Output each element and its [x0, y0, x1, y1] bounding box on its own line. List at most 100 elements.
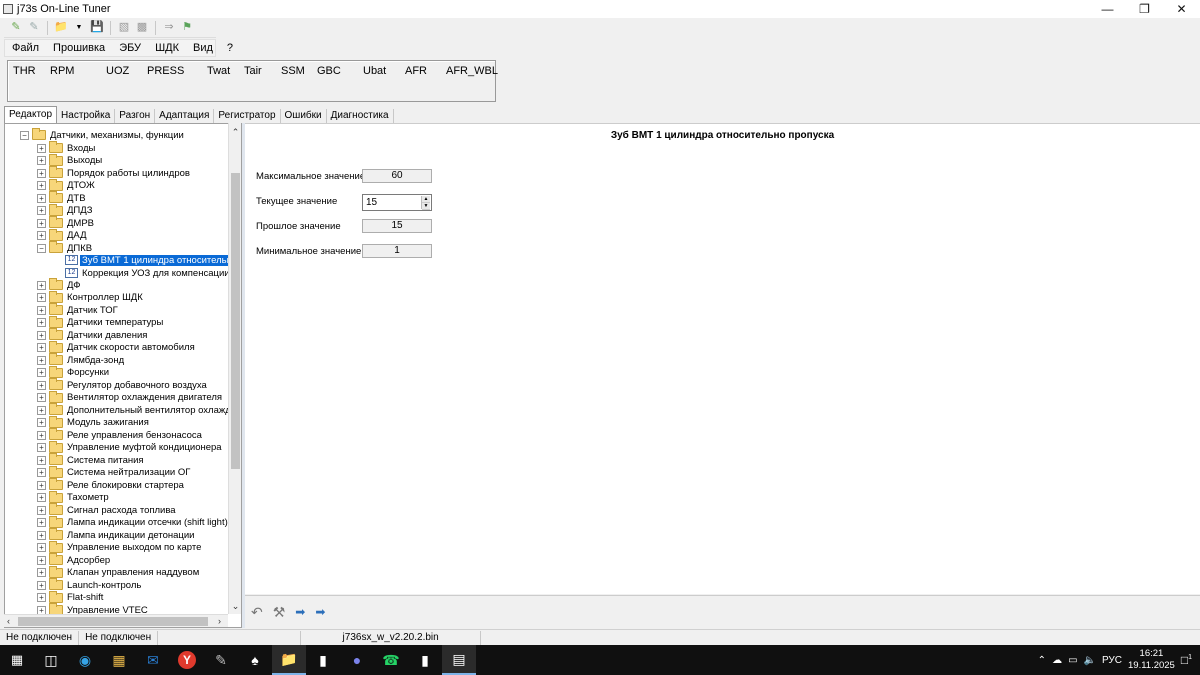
tree-item[interactable]: + Датчики температуры — [37, 315, 163, 329]
expand-icon[interactable]: + — [37, 593, 46, 602]
expand-icon[interactable]: + — [37, 280, 46, 290]
display-icon[interactable]: ▭ — [1068, 655, 1077, 666]
tree-item[interactable]: + Реле блокировки стартера — [37, 478, 184, 491]
network-icon[interactable]: ☁ — [1052, 655, 1062, 666]
expand-icon[interactable]: + — [37, 343, 46, 352]
tree-item[interactable]: + Дополнительный вентилятор охлаждени — [37, 403, 241, 416]
tree-item[interactable]: + Управление выходом по карте — [37, 540, 201, 554]
tree-item[interactable]: + Flat-shift — [37, 590, 103, 604]
tree-leaf-uoz-correction[interactable]: 12 Коррекция УОЗ для компенсации см — [65, 267, 241, 279]
expand-icon[interactable]: + — [37, 181, 46, 190]
expand-icon[interactable]: + — [37, 293, 46, 302]
tree-item[interactable]: + Реле управления бензонасоса — [37, 428, 202, 441]
expand-icon[interactable]: + — [37, 355, 46, 365]
volume-icon[interactable]: 🔈 — [1084, 655, 1096, 666]
tree-item[interactable]: + Система нейтрализации ОГ — [37, 465, 190, 479]
teams-icon[interactable]: ● — [340, 645, 374, 675]
tree-item[interactable]: + ДТВ — [37, 191, 86, 204]
tree-item[interactable]: + Форсунки — [37, 365, 109, 379]
menu-view[interactable]: Вид — [186, 42, 220, 54]
tree-item[interactable]: + Выходы — [37, 153, 102, 167]
document-icon[interactable]: ▮ — [306, 645, 340, 675]
tree-item[interactable]: + ДФ — [37, 278, 80, 291]
spin-up-icon[interactable]: ▲ — [422, 196, 430, 203]
minimize-icon[interactable]: — — [1089, 0, 1126, 18]
tree-item[interactable]: + Датчики давления — [37, 328, 147, 341]
tree-item[interactable]: + Лампа индикации отсечки (shift light) — [37, 515, 228, 529]
tree-item[interactable]: + Вентилятор охлаждения двигателя — [37, 390, 222, 404]
outlook-icon[interactable]: ✉ — [136, 645, 170, 675]
yandex-browser-icon[interactable]: Y — [170, 645, 204, 675]
tab-diagnostics[interactable]: Диагностика — [327, 109, 394, 123]
tab-adaptation[interactable]: Адаптация — [155, 109, 215, 123]
scroll-thumb[interactable] — [18, 617, 208, 626]
expand-icon[interactable]: + — [37, 231, 46, 240]
menu-firmware[interactable]: Прошивка — [46, 42, 112, 54]
expand-icon[interactable]: + — [37, 480, 46, 490]
scroll-up-icon[interactable]: ⌃ — [229, 127, 242, 138]
import-icon[interactable]: ➡ — [295, 605, 305, 619]
scroll-down-icon[interactable]: ⌄ — [229, 601, 242, 612]
clock[interactable]: 16:21 19.11.2025 — [1128, 648, 1175, 672]
expand-icon[interactable]: + — [37, 318, 46, 327]
menu-ecu[interactable]: ЭБУ — [112, 42, 148, 54]
expand-icon[interactable]: + — [37, 368, 46, 377]
current-value-input[interactable]: 15 ▲ ▼ — [362, 194, 432, 211]
expand-icon[interactable]: + — [37, 330, 46, 340]
expand-icon[interactable]: + — [37, 505, 46, 515]
expand-icon[interactable]: + — [37, 468, 46, 477]
expand-icon[interactable]: + — [37, 380, 46, 390]
expand-icon[interactable]: + — [37, 568, 46, 577]
expand-icon[interactable]: + — [37, 580, 46, 590]
collapse-icon[interactable]: − — [37, 243, 46, 253]
expand-icon[interactable]: + — [37, 393, 46, 402]
store-icon[interactable]: ▦ — [102, 645, 136, 675]
tree-item[interactable]: + Управление муфтой кондиционера — [37, 440, 222, 454]
tab-errors[interactable]: Ошибки — [281, 109, 327, 123]
tree-item[interactable]: + ДПДЗ — [37, 203, 92, 217]
tree-item[interactable]: + Клапан управления наддувом — [37, 565, 199, 579]
tools-icon[interactable]: ⚒ — [273, 604, 286, 621]
expand-icon[interactable]: + — [37, 405, 46, 415]
tree-item[interactable]: + Тахометр — [37, 490, 109, 504]
expand-icon[interactable]: + — [37, 518, 46, 527]
expand-icon[interactable]: + — [37, 555, 46, 565]
tree-item[interactable]: + Сигнал расхода топлива — [37, 503, 176, 516]
tree-item[interactable]: + Launch-контроль — [37, 578, 141, 591]
tree-item[interactable]: + ДТОЖ — [37, 178, 95, 192]
undo-icon[interactable]: ↶ — [251, 604, 263, 621]
tree-item[interactable]: + Порядок работы цилиндров — [37, 166, 190, 179]
expand-icon[interactable]: + — [37, 530, 46, 540]
tree-item[interactable]: + Входы — [37, 141, 95, 154]
tree-item[interactable]: + Датчик скорости автомобиля — [37, 340, 195, 354]
menu-shdk[interactable]: ШДК — [148, 42, 186, 54]
arrow-right-icon[interactable]: ⇒ — [161, 20, 177, 36]
tree-root[interactable]: − Датчики, механизмы, функции — [20, 128, 184, 141]
tree-item-dpkv[interactable]: − ДПКВ — [37, 241, 92, 254]
tree-item[interactable]: + Контроллер ШДК — [37, 290, 143, 304]
tree-vertical-scrollbar[interactable]: ⌃ ⌄ — [228, 123, 241, 614]
task-view-icon[interactable]: ◫ — [34, 645, 68, 675]
tree-item[interactable]: + ДМРВ — [37, 216, 94, 229]
read-ecu-icon[interactable]: ▧ — [116, 20, 132, 36]
menu-file[interactable]: Файл — [5, 42, 46, 54]
app-tool-icon[interactable]: ✎ — [204, 645, 238, 675]
dropdown-arrow-icon[interactable]: ▼ — [71, 20, 87, 36]
value-spinner[interactable]: ▲ ▼ — [421, 196, 430, 210]
spin-down-icon[interactable]: ▼ — [422, 203, 430, 210]
export-icon[interactable]: ➡ — [315, 605, 325, 619]
expand-icon[interactable]: + — [37, 455, 46, 465]
open-folder-icon[interactable]: 📁 — [53, 20, 69, 36]
edge-icon[interactable]: ◉ — [68, 645, 102, 675]
connect-icon[interactable]: ✎ — [8, 20, 24, 36]
solitaire-icon[interactable]: ♠ — [238, 645, 272, 675]
tree-horizontal-scrollbar[interactable]: ‹ › — [4, 614, 228, 627]
flag-icon[interactable]: ⚑ — [179, 20, 195, 36]
tuner-app-icon[interactable]: ▤ — [442, 645, 476, 675]
tree-item[interactable]: + Адсорбер — [37, 553, 110, 566]
expand-icon[interactable]: + — [37, 305, 46, 315]
chevron-up-icon[interactable]: ⌃ — [1038, 655, 1046, 666]
restore-icon[interactable]: ❐ — [1126, 0, 1163, 18]
write-ecu-icon[interactable]: ▩ — [134, 20, 150, 36]
close-icon[interactable]: ✕ — [1163, 0, 1200, 18]
